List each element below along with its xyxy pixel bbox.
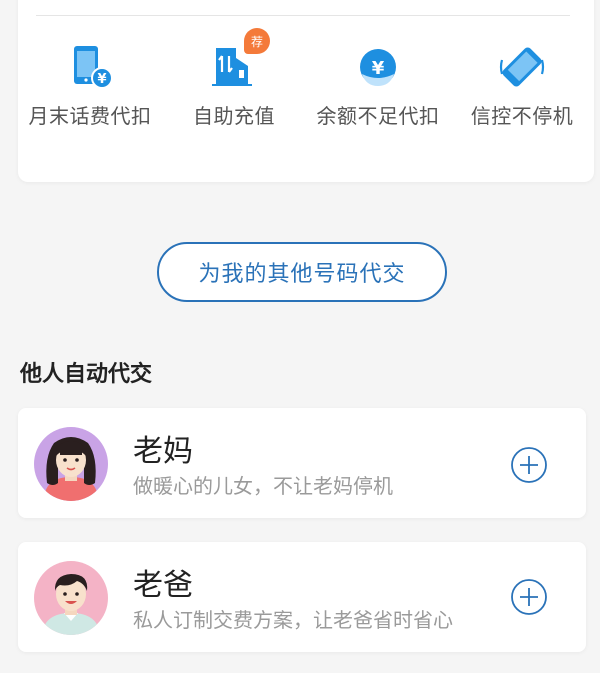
- person-desc: 私人订制交费方案，让老爸省时省心: [133, 608, 453, 632]
- add-dad-button[interactable]: [510, 578, 548, 616]
- service-label: 余额不足代扣: [316, 104, 440, 128]
- service-low-balance[interactable]: ¥ 余额不足代扣: [306, 44, 450, 129]
- mom-avatar: [34, 427, 108, 501]
- auto-pay-page: ¥ 月末话费代扣 荐 自助充值 ¥ 余额不足代扣 信控不停机 为我的其他号码代交…: [0, 0, 600, 673]
- dad-avatar: [34, 561, 108, 635]
- service-self-recharge[interactable]: 荐 自助充值: [162, 28, 306, 129]
- person-card-dad[interactable]: 老爸 私人订制交费方案，让老爸省时省心: [18, 542, 586, 652]
- divider: [36, 15, 570, 16]
- service-label: 月末话费代扣: [28, 104, 152, 128]
- svg-text:¥: ¥: [372, 58, 385, 79]
- plus-circle-icon: [511, 447, 547, 483]
- service-card: ¥ 月末话费代扣 荐 自助充值 ¥ 余额不足代扣 信控不停机: [18, 0, 594, 182]
- service-label: 自助充值: [193, 104, 275, 128]
- section-title: 他人自动代交: [20, 362, 153, 387]
- plus-circle-icon: [511, 579, 547, 615]
- service-grid: ¥ 月末话费代扣 荐 自助充值 ¥ 余额不足代扣 信控不停机: [18, 28, 594, 129]
- person-desc: 做暖心的儿女，不让老妈停机: [133, 474, 393, 498]
- credit-phone-icon: [498, 44, 546, 90]
- person-card-mom[interactable]: 老妈 做暖心的儿女，不让老妈停机: [18, 408, 586, 518]
- yuan-coin-icon: ¥: [354, 44, 402, 90]
- person-name: 老妈: [133, 434, 193, 469]
- person-name: 老爸: [133, 568, 193, 603]
- service-credit-control[interactable]: 信控不停机: [450, 44, 594, 129]
- svg-text:¥: ¥: [97, 72, 106, 87]
- phone-bill-icon: ¥: [66, 44, 114, 90]
- self-recharge-icon: 荐: [210, 28, 270, 90]
- service-monthly-bill[interactable]: ¥ 月末话费代扣: [18, 44, 162, 129]
- recommend-badge: 荐: [244, 28, 270, 54]
- pay-other-number-button[interactable]: 为我的其他号码代交: [157, 242, 447, 302]
- service-label: 信控不停机: [470, 104, 574, 128]
- add-mom-button[interactable]: [510, 446, 548, 484]
